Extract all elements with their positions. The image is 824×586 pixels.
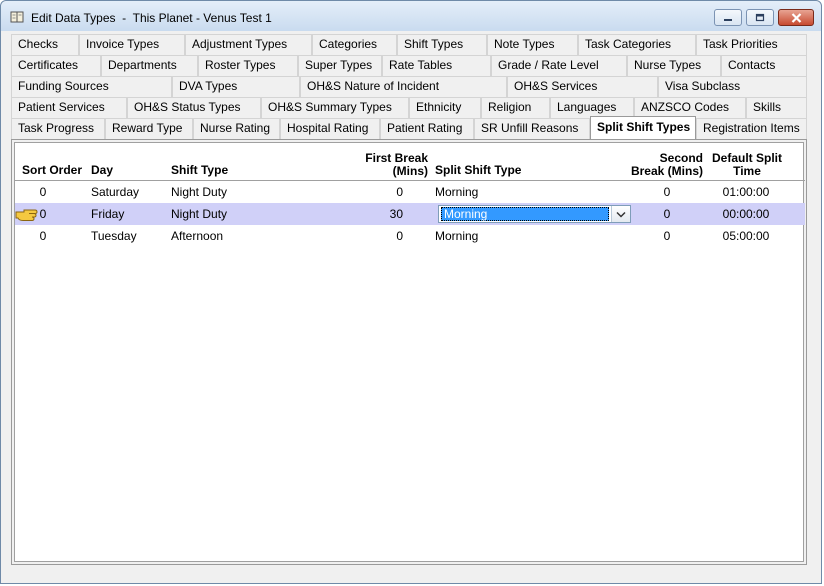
table-row-selected[interactable]: 0 Friday Night Duty 30 Morning 0 00:00:0… <box>15 203 805 225</box>
tab-anzsco-codes[interactable]: ANZSCO Codes <box>634 97 746 118</box>
tab-row-5: Task Progress Reward Type Nurse Rating H… <box>11 116 807 139</box>
tab-religion[interactable]: Religion <box>481 97 550 118</box>
tab-nurse-rating[interactable]: Nurse Rating <box>193 118 280 139</box>
tab-patient-services[interactable]: Patient Services <box>11 97 127 118</box>
column-header-first-break[interactable]: First Break (Mins) <box>345 152 428 178</box>
column-header-shift-type[interactable]: Shift Type <box>171 164 228 177</box>
split-shift-types-panel: Sort Order Day Shift Type First Break (M… <box>11 139 807 565</box>
close-icon <box>791 12 801 23</box>
tab-ohs-summary-types[interactable]: OH&S Summary Types <box>261 97 409 118</box>
title-bar: Edit Data Types - This Planet - Venus Te… <box>1 1 821 31</box>
chevron-down-icon <box>616 211 626 218</box>
tab-rate-tables[interactable]: Rate Tables <box>382 55 491 76</box>
tab-grade-rate-level[interactable]: Grade / Rate Level <box>491 55 627 76</box>
cell-second-break: 0 <box>663 207 671 221</box>
cell-default-split-time: 01:00:00 <box>722 185 770 199</box>
cell-day: Tuesday <box>91 229 137 243</box>
column-header-sort-order[interactable]: Sort Order <box>22 164 82 177</box>
tab-sr-unfill-reasons[interactable]: SR Unfill Reasons <box>474 118 590 139</box>
cell-shift-type: Night Duty <box>171 207 228 221</box>
table-row[interactable]: 0 Saturday Night Duty 0 Morning 0 01:00:… <box>15 181 805 203</box>
edit-data-types-window: Edit Data Types - This Planet - Venus Te… <box>0 0 822 584</box>
tab-visa-subclass[interactable]: Visa Subclass <box>658 76 807 97</box>
cell-second-break: 0 <box>663 185 671 199</box>
book-icon <box>10 11 24 23</box>
split-shift-type-dropdown-value[interactable]: Morning <box>441 207 609 221</box>
cell-day: Friday <box>91 207 125 221</box>
tab-row-3: Funding Sources DVA Types OH&S Nature of… <box>11 76 807 97</box>
tab-split-shift-types[interactable]: Split Shift Types <box>590 116 696 139</box>
minimize-button[interactable] <box>714 9 742 26</box>
cell-first-break: 0 <box>396 229 403 243</box>
tab-row-4: Patient Services OH&S Status Types OH&S … <box>11 97 807 118</box>
tab-categories[interactable]: Categories <box>312 34 397 55</box>
tab-languages[interactable]: Languages <box>550 97 634 118</box>
tab-patient-rating[interactable]: Patient Rating <box>380 118 474 139</box>
cell-sort-order: 0 <box>39 207 47 221</box>
tab-reward-type[interactable]: Reward Type <box>105 118 193 139</box>
maximize-button[interactable] <box>746 9 774 26</box>
cell-sort-order: 0 <box>39 229 47 243</box>
cell-first-break: 0 <box>396 185 403 199</box>
tab-contacts[interactable]: Contacts <box>721 55 807 76</box>
tab-departments[interactable]: Departments <box>101 55 198 76</box>
split-shift-types-grid[interactable]: Sort Order Day Shift Type First Break (M… <box>14 142 805 562</box>
cell-day: Saturday <box>91 185 140 199</box>
cell-first-break: 30 <box>389 207 403 221</box>
tab-funding-sources[interactable]: Funding Sources <box>11 76 172 97</box>
tab-registration-items[interactable]: Registration Items <box>696 118 807 139</box>
close-button[interactable] <box>778 9 814 26</box>
tab-row-2: Certificates Departments Roster Types Su… <box>11 55 807 76</box>
tab-ethnicity[interactable]: Ethnicity <box>409 97 481 118</box>
cell-default-split-time: 00:00:00 <box>722 207 770 221</box>
tab-ohs-nature-of-incident[interactable]: OH&S Nature of Incident <box>300 76 507 97</box>
tab-certificates[interactable]: Certificates <box>11 55 101 76</box>
column-header-default-split-line2: Time <box>733 164 761 178</box>
column-header-first-break-line2: (Mins) <box>392 164 428 178</box>
tab-task-priorities[interactable]: Task Priorities <box>696 34 807 55</box>
cell-sort-order: 0 <box>39 185 47 199</box>
tab-checks[interactable]: Checks <box>11 34 79 55</box>
table-row[interactable]: 0 Tuesday Afternoon 0 Morning 0 05:00:00 <box>15 225 805 247</box>
cell-default-split-time: 05:00:00 <box>722 229 770 243</box>
split-shift-type-dropdown[interactable]: Morning <box>438 205 631 223</box>
tab-row-1: Checks Invoice Types Adjustment Types Ca… <box>11 34 807 55</box>
tab-roster-types[interactable]: Roster Types <box>198 55 298 76</box>
column-header-split-shift-type[interactable]: Split Shift Type <box>435 164 521 177</box>
column-header-second-break[interactable]: Second Break (Mins) <box>615 152 703 178</box>
column-header-default-split-time[interactable]: Default Split Time <box>705 152 789 178</box>
cell-second-break: 0 <box>663 229 671 243</box>
tab-adjustment-types[interactable]: Adjustment Types <box>185 34 312 55</box>
tab-skills[interactable]: Skills <box>746 97 807 118</box>
minimize-icon <box>724 18 732 21</box>
tab-invoice-types[interactable]: Invoice Types <box>79 34 185 55</box>
tab-shift-types[interactable]: Shift Types <box>397 34 487 55</box>
tab-super-types[interactable]: Super Types <box>298 55 382 76</box>
tab-hospital-rating[interactable]: Hospital Rating <box>280 118 380 139</box>
column-header-second-break-line2: Break (Mins) <box>630 164 703 178</box>
tab-dva-types[interactable]: DVA Types <box>172 76 300 97</box>
tab-nurse-types[interactable]: Nurse Types <box>627 55 721 76</box>
tab-note-types[interactable]: Note Types <box>487 34 578 55</box>
maximize-icon <box>755 13 765 22</box>
tab-task-categories[interactable]: Task Categories <box>578 34 696 55</box>
column-header-day[interactable]: Day <box>91 164 113 177</box>
cell-shift-type: Night Duty <box>171 185 228 199</box>
cell-split-shift-type: Morning <box>435 229 479 243</box>
cell-shift-type: Afternoon <box>171 229 224 243</box>
tab-task-progress[interactable]: Task Progress <box>11 118 105 139</box>
dropdown-button[interactable] <box>611 206 630 222</box>
tab-ohs-services[interactable]: OH&S Services <box>507 76 658 97</box>
cell-split-shift-type: Morning <box>435 185 479 199</box>
window-title: Edit Data Types - This Planet - Venus Te… <box>31 11 272 25</box>
tab-ohs-status-types[interactable]: OH&S Status Types <box>127 97 261 118</box>
